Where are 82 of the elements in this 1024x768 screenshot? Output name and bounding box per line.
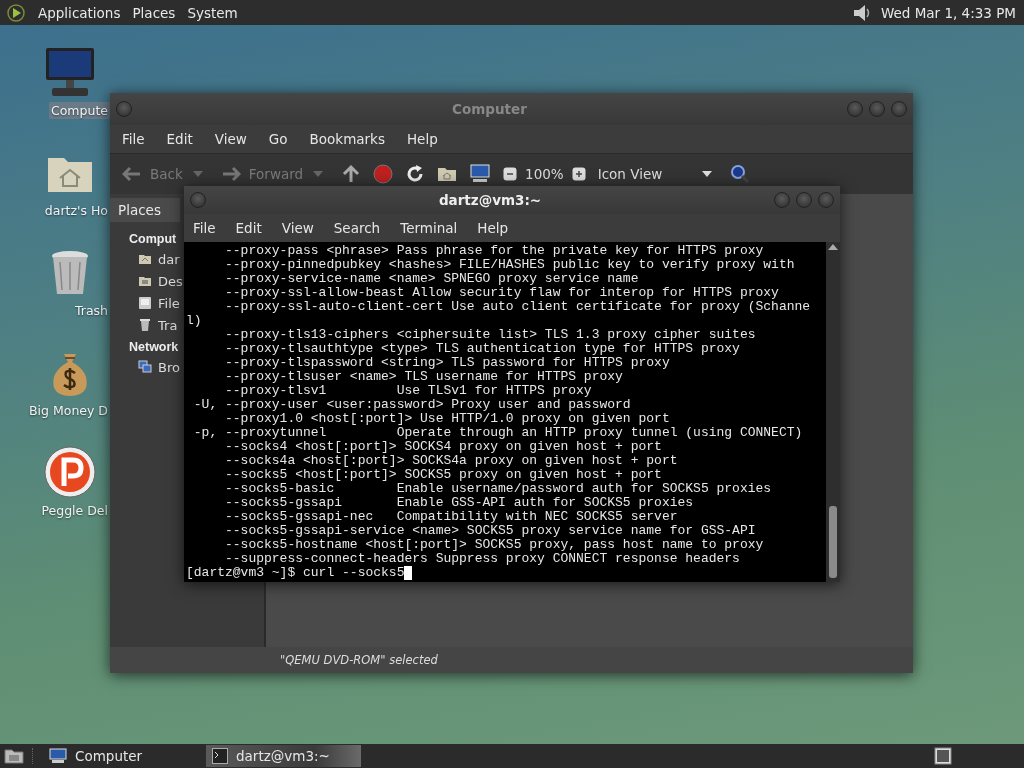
desktop-icon-label[interactable]: Peggle Del [39, 502, 110, 519]
menu-item[interactable]: Edit [166, 131, 193, 147]
terminal-line: -U, --proxy-user <user:password> Proxy user and password [192, 398, 632, 412]
zoom-level: 100% [525, 166, 564, 182]
monitor-icon[interactable] [469, 164, 492, 184]
terminal-line: --proxy-tlsv1 Use TLSv1 for HTTPS proxy [224, 384, 593, 398]
drive-icon[interactable] [138, 296, 152, 310]
search-icon[interactable] [730, 164, 751, 184]
caret-icon[interactable] [702, 171, 713, 177]
scrollbar[interactable] [826, 242, 840, 582]
terminal-line: l) [186, 314, 203, 328]
sidebar-heading: Comput [129, 232, 177, 246]
view-dropdown[interactable]: Icon View [597, 166, 713, 182]
terminal-line: --socks5-gssapi-nec Compatibility with NEC SOCKS5 server [224, 510, 679, 524]
terminal-line: --socks4a <host[:port]> SOCKS4a proxy on given host + port [224, 454, 679, 468]
terminal-line: --proxy-tlsauthtype <type> TLS authentication type for HTTPS proxy [224, 342, 741, 356]
terminal-line: --socks5-gssapi-service <name> SOCKS5 proxy service name for GSS-API [224, 524, 757, 538]
menu-item[interactable]: Help [477, 220, 509, 236]
desktop-icon-label[interactable]: dartz's Ho [42, 202, 110, 219]
menu-item[interactable]: Bookmarks [309, 131, 385, 147]
terminal-line: -p, --proxytunnel Operate through an HTTP proxy tunnel (using CONNECT) [192, 426, 804, 440]
terminal-line: --proxy-pass <phrase> Pass phrase for the private key for HTTPS proxy [224, 244, 765, 258]
terminal-line: --proxy-tlsuser <name> TLS username for HTTPS proxy [224, 370, 624, 384]
menu-item[interactable]: Go [268, 131, 288, 147]
menu-item[interactable]: File [122, 131, 145, 147]
workspace-switcher-icon[interactable] [934, 747, 952, 765]
show-desktop-icon[interactable] [4, 747, 24, 765]
monitor-icon[interactable] [49, 748, 67, 764]
terminal-line: --socks5-basic Enable username/password auth for SOCKS5 proxies [224, 482, 773, 496]
panel-menu[interactable]: System [187, 4, 238, 21]
desktop-icon-label[interactable]: Big Money D [27, 402, 110, 419]
zoom-in-icon[interactable] [571, 167, 586, 181]
terminal-line: --suppress-connect-headers Suppress proxy CONNECT response headers [224, 552, 741, 566]
terminal-line: --proxy-ssl-allow-beast Allow security flaw for interop for HTTPS proxy [224, 286, 780, 300]
home-folder-icon[interactable] [138, 252, 152, 266]
taskbar-button[interactable]: dartz@vm3:~ [206, 745, 361, 767]
desktop-icon-label[interactable]: Trash [72, 302, 110, 319]
clock[interactable]: Wed Mar 1, 4:33 PM [880, 4, 1016, 21]
stop-icon[interactable] [373, 164, 394, 184]
menu-item[interactable]: Help [406, 131, 438, 147]
status-text: "QEMU DVD-ROM" selected [280, 653, 438, 667]
menu-item[interactable]: View [214, 131, 247, 147]
places-dropdown[interactable]: Places [110, 198, 180, 222]
terminal-line: --socks5-hostname <host[:port]> SOCKS5 proxy, pass host name to proxy [224, 538, 765, 552]
network-icon[interactable] [138, 360, 152, 374]
terminal-line: --proxy1.0 <host[:port]> Use HTTP/1.0 proxy on given port [224, 412, 671, 426]
p-ball-icon[interactable] [42, 444, 98, 500]
window-title: dartz@vm3:~ [437, 192, 543, 208]
play-logo-icon[interactable] [6, 2, 26, 23]
sidebar-item[interactable]: File [138, 292, 180, 314]
text-cursor [404, 566, 413, 580]
window-title: Computer [451, 101, 528, 117]
menu-item[interactable]: File [193, 220, 216, 236]
sidebar-heading: Network [129, 340, 179, 354]
terminal-line: --socks5 <host[:port]> SOCKS5 proxy on given host + port [224, 468, 663, 482]
taskbar-button[interactable]: Computer [43, 745, 198, 767]
terminal-line: --proxy-tls13-ciphers <ciphersuite list> TLS 1.3 proxy cipher suites [224, 328, 757, 342]
sidebar-item[interactable]: Bro [138, 356, 180, 378]
terminal-line: --proxy-service-name <name> SPNEGO proxy service name [224, 272, 640, 286]
zoom-out-icon[interactable] [503, 167, 518, 181]
sidebar-item[interactable]: dar [138, 248, 180, 270]
sidebar-item[interactable]: Des [138, 270, 183, 292]
scrollbar-thumb[interactable] [829, 506, 837, 578]
terminal-icon[interactable] [212, 748, 228, 764]
terminal-line: --socks5-gssapi Enable GSS-API auth for SOCKS5 proxies [224, 496, 695, 510]
folder-icon[interactable] [138, 274, 152, 288]
menu-item[interactable]: Edit [235, 220, 262, 236]
panel-menu[interactable]: Places [132, 4, 176, 21]
sidebar-item[interactable]: Tra [138, 314, 178, 336]
terminal-line: --socks4 <host[:port]> SOCKS4 proxy on given host + port [224, 440, 663, 454]
command-prompt: [dartz@vm3 ~]$ curl --socks5 [186, 566, 405, 580]
terminal-line: --proxy-tlspassword <string> TLS password for HTTPS proxy [224, 356, 671, 370]
menu-item[interactable]: Search [333, 220, 381, 236]
terminal-line: --proxy-ssl-auto-client-cert Use auto client certificate for proxy (Schanne [224, 300, 812, 314]
desktop-icon-label[interactable]: Compute [49, 102, 110, 119]
terminal-line: --proxy-pinnedpubkey <hashes> FILE/HASHES public key to verify proxy with [224, 258, 796, 272]
trash-icon[interactable] [138, 318, 152, 332]
menu-item[interactable]: View [281, 220, 314, 236]
panel-menu[interactable]: Applications [38, 4, 121, 21]
menu-item[interactable]: Terminal [400, 220, 458, 236]
up-arrow-icon[interactable] [341, 164, 362, 184]
scroll-up-arrow-icon[interactable] [828, 244, 838, 250]
